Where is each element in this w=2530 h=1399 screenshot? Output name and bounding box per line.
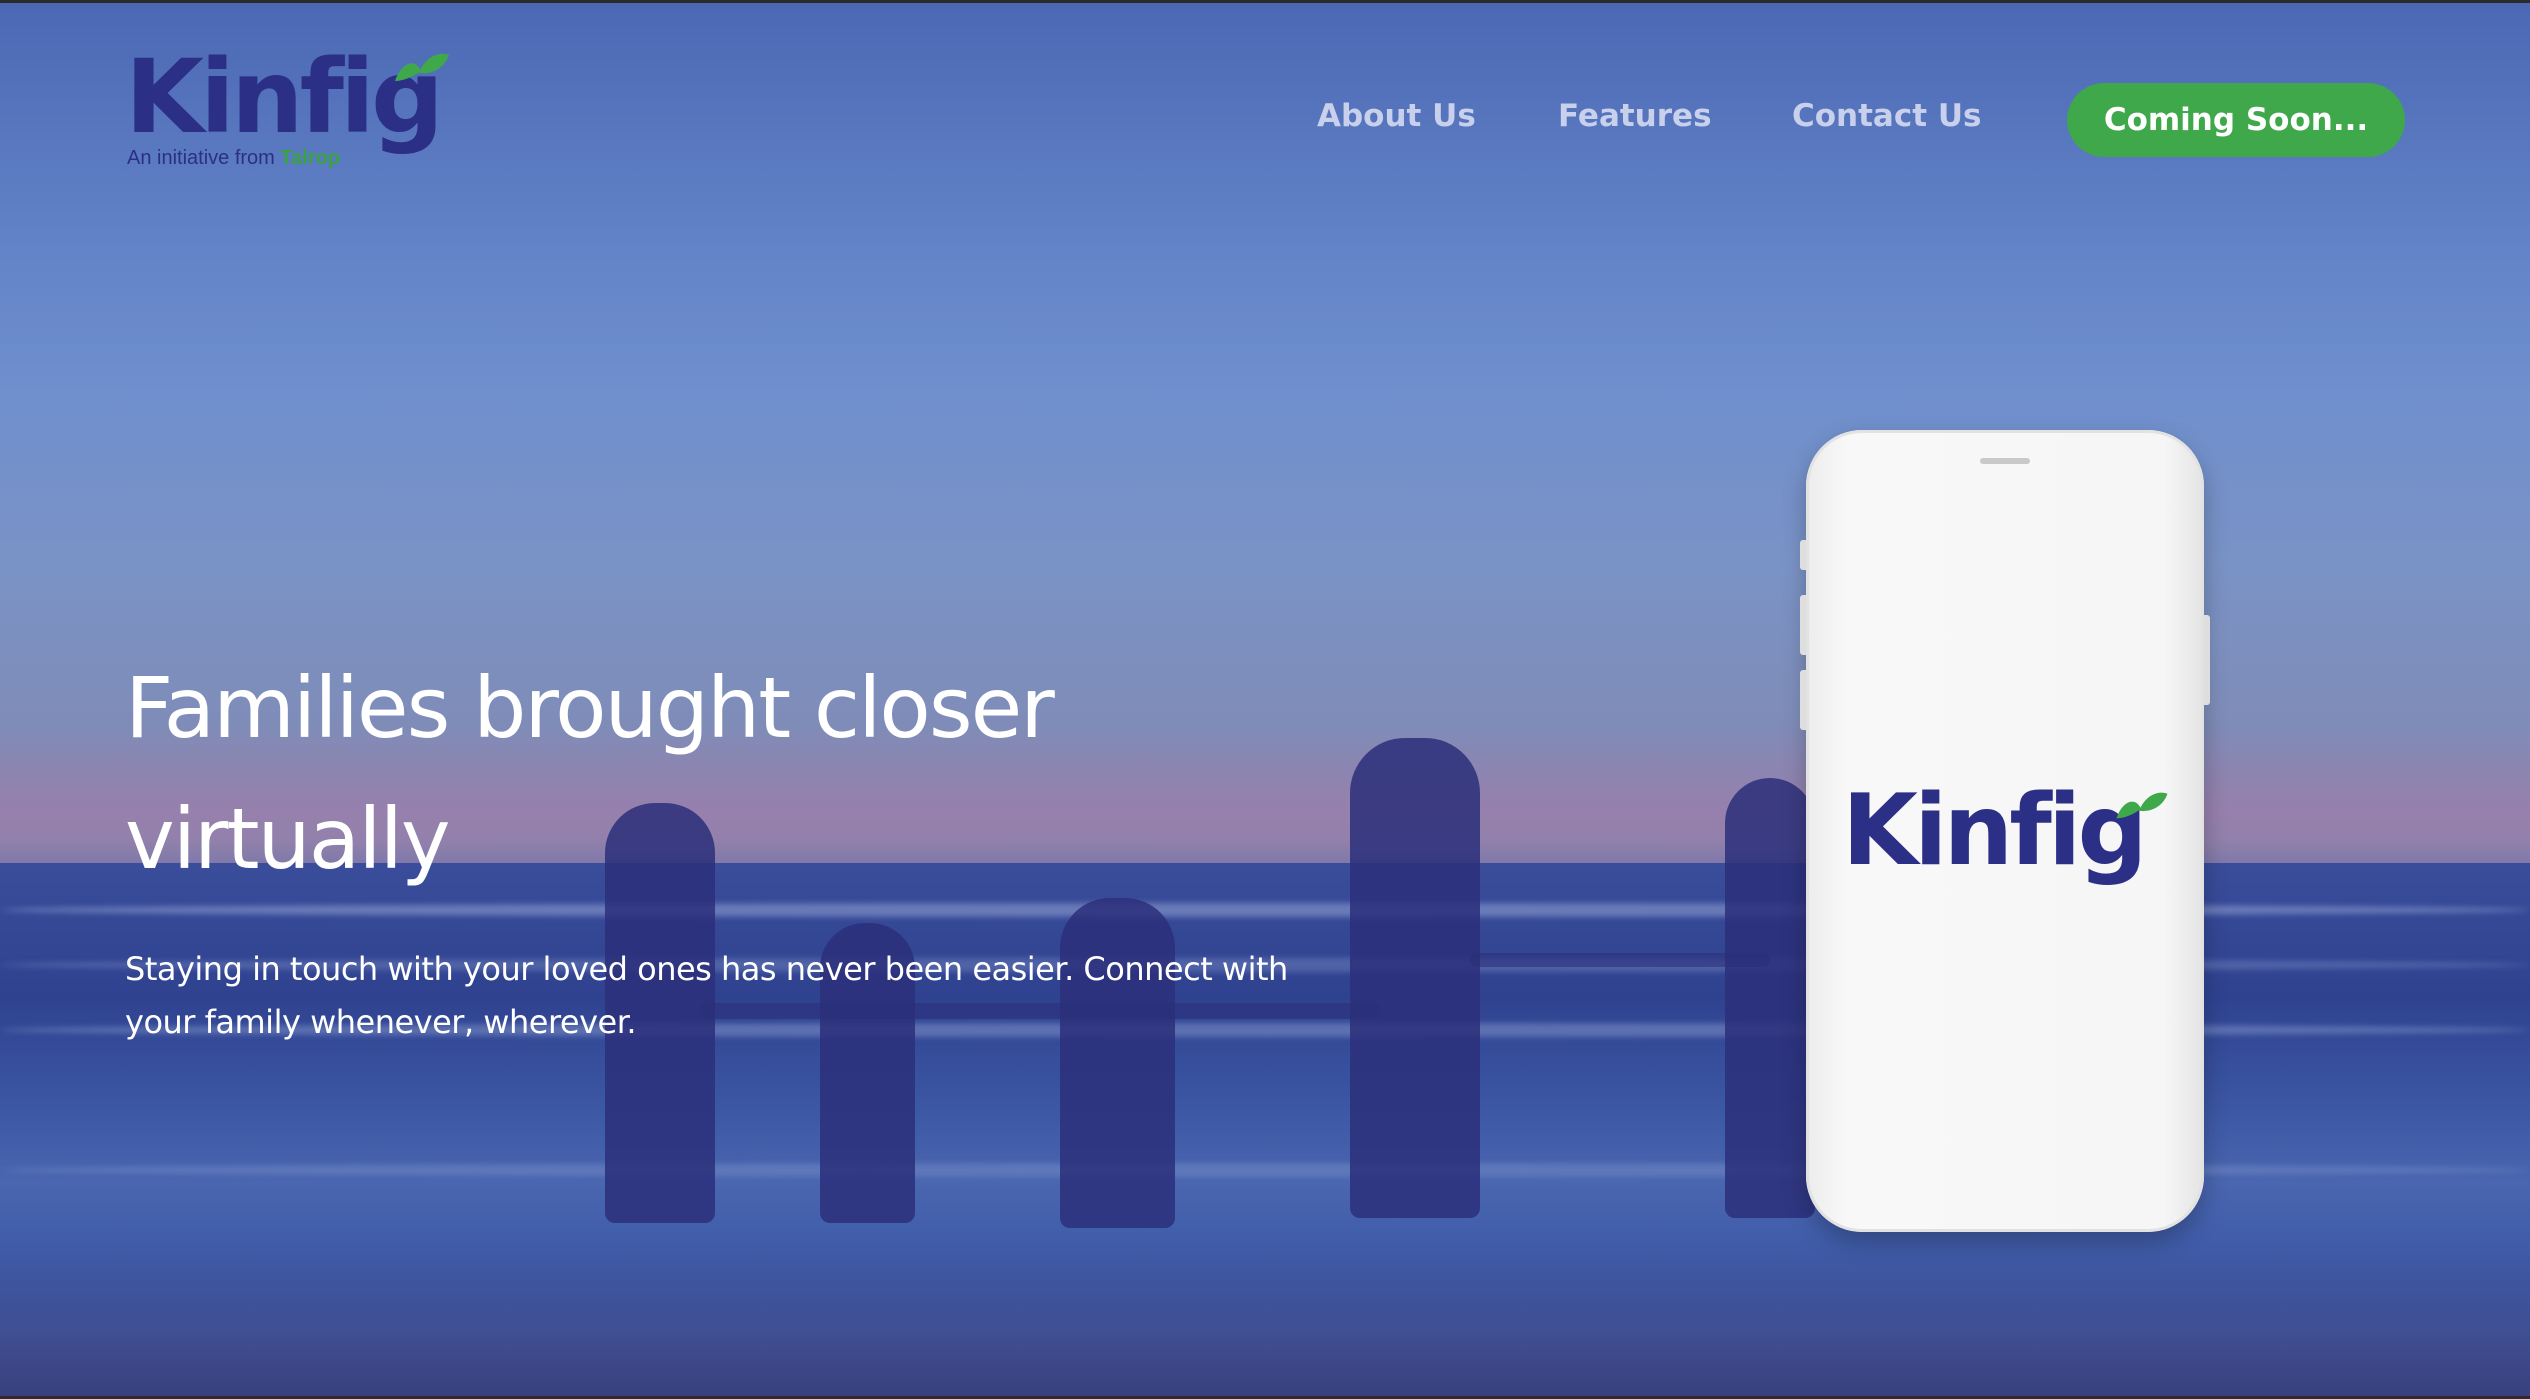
kinfig-logo[interactable]: Kinfig An initiative from Talrop: [125, 47, 455, 175]
child-silhouette: [1350, 738, 1480, 1218]
phone-mockup: Kinfig: [1800, 430, 2210, 1232]
phone-side-button: [1800, 540, 1806, 570]
nav-about-us[interactable]: About Us: [1317, 98, 1476, 134]
coming-soon-button[interactable]: Coming Soon...: [2067, 83, 2405, 157]
hero-title: Families brought closer virtually: [125, 643, 1225, 905]
beach-sand: [0, 1236, 2530, 1396]
child-silhouette: [1725, 778, 1815, 1218]
leaf-icon: [2116, 792, 2168, 819]
phone-speaker: [1980, 458, 2030, 464]
tagline-prefix: An initiative from: [127, 147, 275, 169]
phone-side-button: [1800, 670, 1806, 730]
leaf-icon: [395, 53, 449, 81]
logo-tagline: An initiative from Talrop: [127, 147, 340, 170]
phone-power-button: [2204, 615, 2210, 705]
phone-screen-logo: Kinfig: [1842, 782, 2172, 902]
hero-subtitle-line-1: Staying in touch with your loved ones ha…: [125, 950, 1288, 988]
hero-title-line-2: virtually: [125, 790, 451, 888]
hero-subtitle: Staying in touch with your loved ones ha…: [125, 943, 1305, 1049]
hero-section: Kinfig An initiative from Talrop About U…: [0, 3, 2530, 1396]
nav-features[interactable]: Features: [1558, 98, 1712, 134]
phone-logo-wordmark: Kinfig: [1842, 774, 2148, 888]
phone-side-button: [1800, 595, 1806, 655]
hero-subtitle-line-2: your family whenever, wherever.: [125, 1003, 637, 1041]
tagline-brand: Talrop: [280, 147, 341, 169]
nav-contact-us[interactable]: Contact Us: [1792, 98, 1981, 134]
held-hands-line: [1470, 953, 1770, 967]
hero-title-line-1: Families brought closer: [125, 659, 1055, 757]
